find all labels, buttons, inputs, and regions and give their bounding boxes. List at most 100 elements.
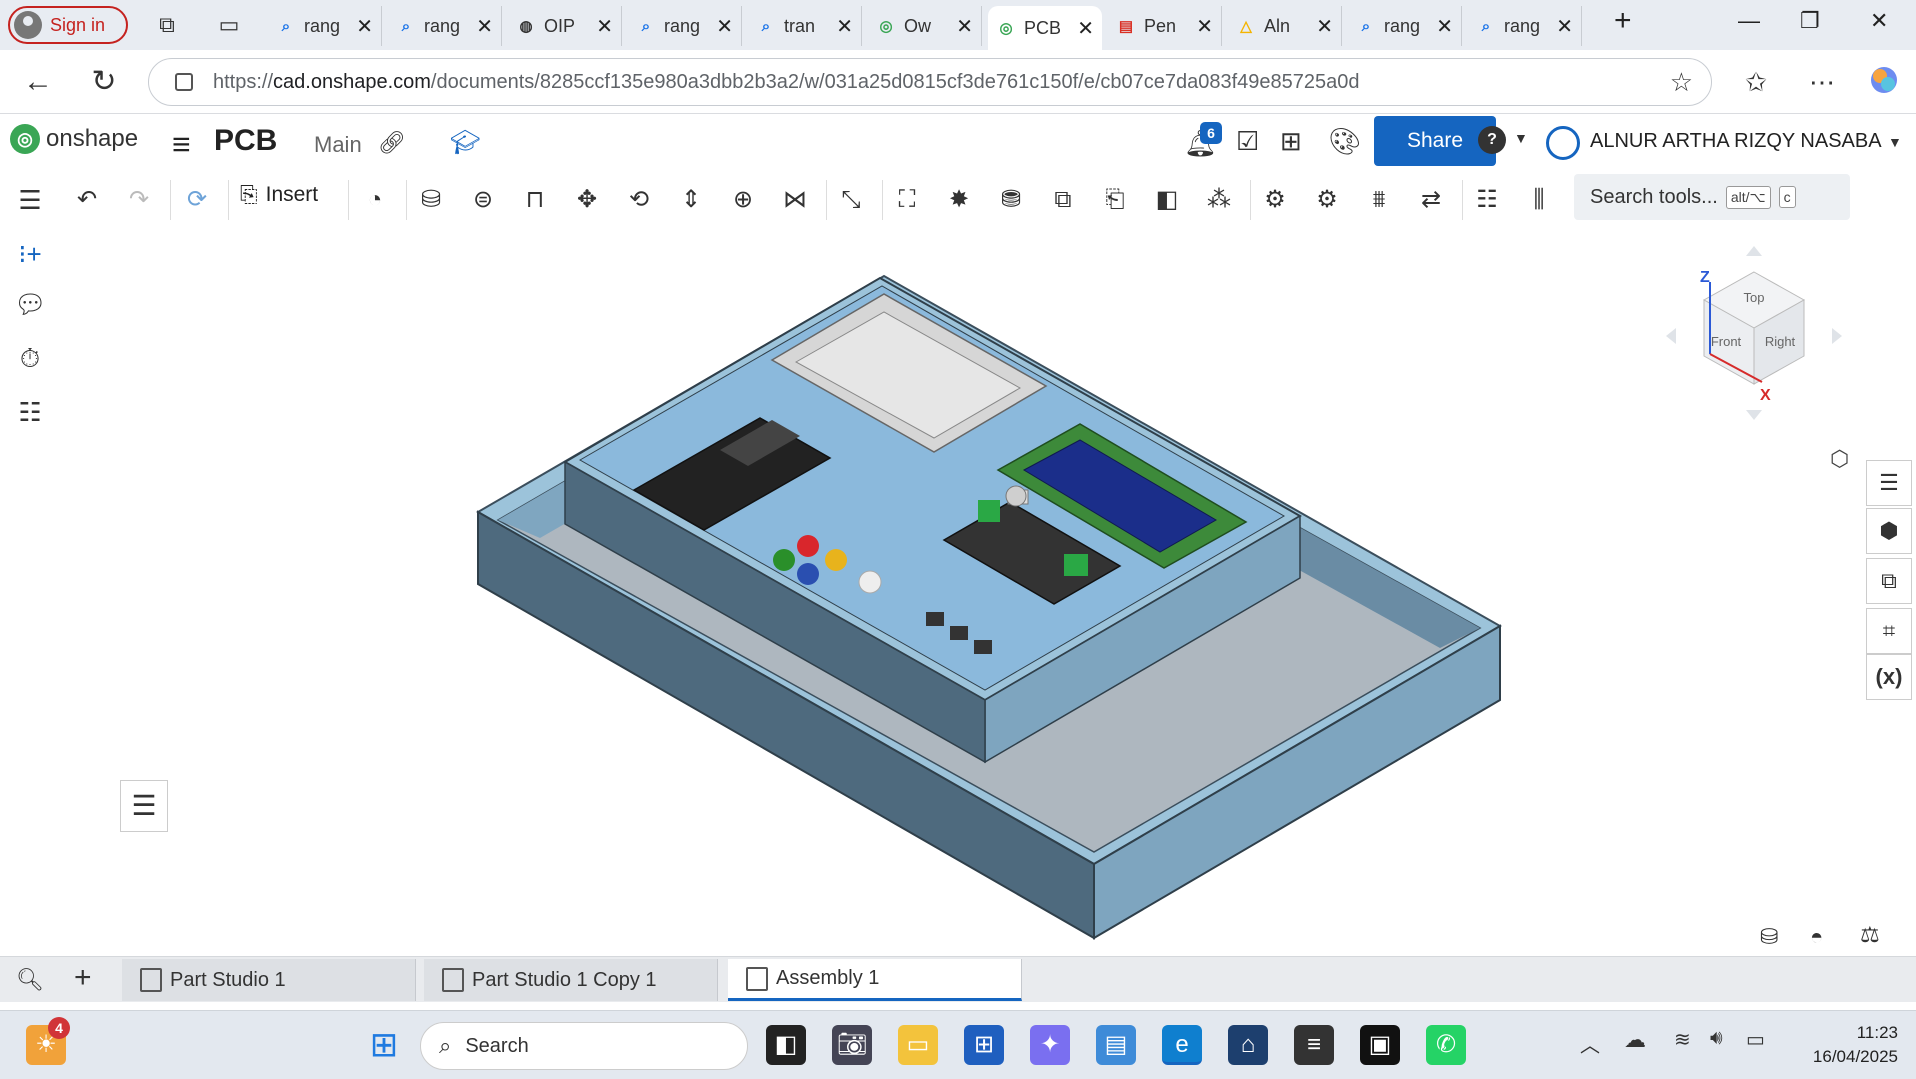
start-windows-icon[interactable]: ⊞ bbox=[364, 1025, 404, 1065]
copilot-app-icon[interactable]: ✦ bbox=[1030, 1025, 1070, 1065]
back-arrow-icon[interactable]: ← bbox=[20, 64, 56, 100]
more-menu-icon[interactable]: ⋯ bbox=[1804, 64, 1840, 100]
section-view-icon[interactable]: ⛁ bbox=[1760, 924, 1778, 950]
gear-relation-icon[interactable]: ⚙ bbox=[1256, 182, 1294, 218]
document-name[interactable]: PCB bbox=[214, 124, 277, 158]
tangent-mate-icon[interactable]: ⤡ bbox=[832, 182, 870, 218]
close-tab-icon[interactable]: ✕ bbox=[836, 14, 853, 39]
browser-tab[interactable]: ◍ OIP ✕ bbox=[508, 6, 622, 46]
graphics-viewport[interactable]: Top Front Right Z X ⬡ ☰ ⛁ ◓ ⚖︎ bbox=[56, 228, 1880, 956]
properties-panel-icon[interactable]: ☰ bbox=[1866, 460, 1912, 506]
appearance-panel-icon[interactable]: ⬢ bbox=[1866, 508, 1912, 554]
hamburger-menu-icon[interactable]: ≡ bbox=[172, 126, 191, 163]
reload-icon[interactable]: ↻ bbox=[86, 64, 122, 100]
taskbar-clock[interactable]: 11:23 16/04/2025 bbox=[1788, 1021, 1898, 1069]
insert-button[interactable]: ⎘ Insert bbox=[240, 182, 318, 208]
bill-of-materials-icon[interactable]: ☷ bbox=[14, 396, 46, 428]
wifi-icon[interactable]: ≋ bbox=[1674, 1027, 1691, 1052]
close-tab-icon[interactable]: ✕ bbox=[1436, 14, 1453, 39]
monitor-app-icon[interactable]: ▣ bbox=[1360, 1025, 1400, 1065]
slider-mate-icon[interactable]: ⊓ bbox=[516, 182, 554, 218]
camera-app-icon[interactable]: 📷︎ bbox=[832, 1025, 872, 1065]
instance-icon[interactable]: ◔ bbox=[356, 182, 394, 218]
close-window-button[interactable]: ✕ bbox=[1870, 8, 1888, 34]
close-tab-icon[interactable]: ✕ bbox=[1196, 14, 1213, 39]
search-tools-input[interactable]: Search tools... alt/⌥ c bbox=[1574, 174, 1850, 220]
user-name[interactable]: ALNUR ARTHA RIZQY NASABA bbox=[1590, 130, 1882, 153]
named-views-panel-icon[interactable]: ⌗ bbox=[1866, 608, 1912, 654]
terminal-app-icon[interactable]: ≡ bbox=[1294, 1025, 1334, 1065]
browser-tab[interactable]: ⌕ rang ✕ bbox=[268, 6, 382, 46]
mirror-icon[interactable]: ◧ bbox=[1148, 182, 1186, 218]
cylindrical-mate-icon[interactable]: ⟲ bbox=[620, 182, 658, 218]
configurations-panel-icon[interactable]: ⧉ bbox=[1866, 558, 1912, 604]
rack-pinion-icon[interactable]: ⚙ bbox=[1308, 182, 1346, 218]
tab-assembly-1[interactable]: Assembly 1 bbox=[728, 959, 1022, 1001]
close-tab-icon[interactable]: ✕ bbox=[716, 14, 733, 39]
add-mate-icon[interactable]: ⁝+ bbox=[14, 238, 46, 270]
appearance-palette-icon[interactable]: 🎨︎ bbox=[1328, 126, 1361, 157]
browser-tab[interactable]: ⌕ rang ✕ bbox=[388, 6, 502, 46]
tab-actions-icon[interactable]: ▭ bbox=[216, 12, 242, 38]
linear-relation-icon[interactable]: ⇄ bbox=[1412, 182, 1450, 218]
view-menu-cube-icon[interactable]: ⬡ bbox=[1830, 446, 1849, 472]
linear-pattern-icon[interactable]: ⧉ bbox=[1044, 182, 1082, 218]
close-tab-icon[interactable]: ✕ bbox=[1316, 14, 1333, 39]
regenerate-icon[interactable]: ⟳ bbox=[178, 182, 216, 218]
link-icon[interactable]: 🔗︎ bbox=[378, 130, 406, 156]
maximize-button[interactable]: ❐ bbox=[1800, 8, 1820, 34]
onshape-logo[interactable]: ◎ onshape bbox=[10, 124, 138, 154]
undo-icon[interactable]: ↶ bbox=[68, 182, 106, 218]
screen-app-icon[interactable]: ▤ bbox=[1096, 1025, 1136, 1065]
learning-center-icon[interactable]: 🎓︎ bbox=[450, 128, 480, 157]
browser-tab[interactable]: △ Aln ✕ bbox=[1228, 6, 1342, 46]
search-tabs-icon[interactable]: 🔍︎ bbox=[16, 967, 44, 993]
app-store-icon[interactable]: ⊞ bbox=[1280, 126, 1302, 157]
revolute-mate-icon[interactable]: ⊜ bbox=[464, 182, 502, 218]
redo-icon[interactable]: ↷ bbox=[120, 182, 158, 218]
circular-pattern-icon[interactable]: ⎗ bbox=[1096, 182, 1134, 218]
battery-icon[interactable]: ▭ bbox=[1746, 1027, 1765, 1052]
instance-list-toggle-icon[interactable]: ☰ bbox=[120, 780, 168, 832]
replicate-icon[interactable]: ⛃ bbox=[992, 182, 1030, 218]
sign-in-button[interactable]: Sign in bbox=[8, 6, 128, 44]
close-tab-icon[interactable]: ✕ bbox=[1077, 16, 1094, 41]
edge-browser-icon[interactable]: e bbox=[1162, 1025, 1202, 1065]
address-bar[interactable]: https://cad.onshape.com/documents/8285cc… bbox=[148, 58, 1712, 106]
tasks-icon[interactable]: ☑ bbox=[1236, 126, 1259, 157]
onedrive-cloud-icon[interactable]: ☁ bbox=[1624, 1027, 1646, 1053]
comments-icon[interactable]: 💬︎ bbox=[14, 288, 47, 320]
add-tab-icon[interactable]: + bbox=[74, 961, 92, 995]
tab-part-studio-1-copy-1[interactable]: Part Studio 1 Copy 1 bbox=[424, 959, 718, 1001]
favorites-icon[interactable]: ✩ bbox=[1738, 64, 1774, 100]
close-tab-icon[interactable]: ✕ bbox=[1556, 14, 1573, 39]
assembly-model[interactable] bbox=[56, 228, 1864, 956]
help-dropdown-chevron-icon[interactable]: ▼ bbox=[1514, 130, 1528, 146]
browser-tab[interactable]: ⌕ rang ✕ bbox=[628, 6, 742, 46]
task-view-icon[interactable]: ◧ bbox=[766, 1025, 806, 1065]
close-tab-icon[interactable]: ✕ bbox=[356, 14, 373, 39]
close-tab-icon[interactable]: ✕ bbox=[956, 14, 973, 39]
animation-timer-icon[interactable]: ⏱︎ bbox=[14, 342, 46, 374]
group-icon[interactable]: ⛶ bbox=[888, 182, 926, 218]
volume-icon[interactable]: 🔊︎ bbox=[1710, 1027, 1723, 1050]
minimize-button[interactable]: — bbox=[1738, 8, 1760, 34]
shaded-mode-icon[interactable]: ◓ bbox=[1810, 924, 1823, 950]
close-tab-icon[interactable]: ✕ bbox=[596, 14, 613, 39]
fastened-mate-icon[interactable]: ⛁ bbox=[412, 182, 450, 218]
user-menu-chevron-icon[interactable]: ▼ bbox=[1888, 134, 1902, 150]
pin-slot-mate-icon[interactable]: ⇕ bbox=[672, 182, 710, 218]
planar-mate-icon[interactable]: ✥ bbox=[568, 182, 606, 218]
workspaces-icon[interactable]: ⧉ bbox=[154, 12, 180, 38]
microsoft-store-icon[interactable]: ⊞ bbox=[964, 1025, 1004, 1065]
screw-relation-icon[interactable]: ⩩ bbox=[1360, 182, 1398, 218]
whatsapp-icon[interactable]: ✆ bbox=[1426, 1025, 1466, 1065]
vpn-app-icon[interactable]: ⌂ bbox=[1228, 1025, 1268, 1065]
variables-panel-icon[interactable]: (x) bbox=[1866, 654, 1912, 700]
show-hidden-icons-chevron-icon[interactable]: ︿ bbox=[1580, 1029, 1600, 1058]
ball-mate-icon[interactable]: ⊕ bbox=[724, 182, 762, 218]
browser-tab[interactable]: ◎ PCB ✕ bbox=[988, 6, 1102, 50]
taskbar-search[interactable]: ⌕ Search bbox=[420, 1022, 748, 1070]
feature-list-icon[interactable]: ☰ bbox=[14, 184, 46, 216]
browser-tab[interactable]: ⌕ tran ✕ bbox=[748, 6, 862, 46]
